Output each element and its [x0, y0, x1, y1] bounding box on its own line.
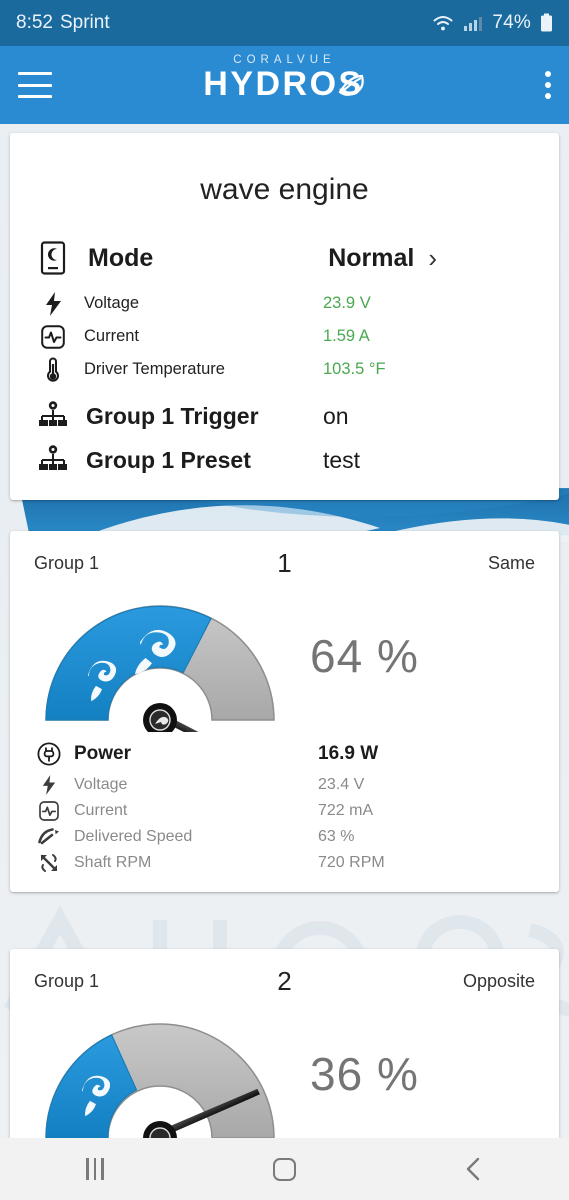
pump-group-label: Group 1	[34, 553, 100, 573]
stat-row-shaft-rpm: Shaft RPM 720 RPM	[34, 850, 535, 876]
shaft-rpm-icon	[34, 853, 64, 873]
wifi-icon	[433, 16, 453, 31]
reading-row: Voltage 23.9 V	[10, 287, 559, 320]
pump-group-label: Group 1	[34, 971, 100, 991]
stat-value: 23.4 V	[318, 776, 365, 793]
bolt-icon	[36, 291, 70, 316]
group-node-icon	[36, 401, 70, 431]
battery-percent: 74%	[492, 12, 531, 33]
cellular-signal-icon	[464, 17, 483, 31]
stat-label: Power	[74, 743, 132, 764]
reading-value: 23.9 V	[323, 294, 371, 312]
reading-value: 1.59 A	[323, 327, 370, 345]
group-trigger-row[interactable]: Group 1 Trigger on	[10, 394, 559, 438]
device-card: wave engine Mode Normal › Voltage 23.9 V	[10, 133, 559, 500]
status-bar-right: 74%	[432, 12, 553, 34]
mode-row[interactable]: Mode Normal ›	[10, 233, 559, 287]
readings-list: Voltage 23.9 V Current 1.59 A Driver Tem…	[10, 287, 559, 386]
group-trigger-label: Group 1 Trigger	[86, 402, 259, 429]
stat-value: 720 RPM	[318, 854, 385, 871]
pump-percent: 64 %	[310, 630, 419, 682]
group-preset-row[interactable]: Group 1 Preset test	[10, 438, 559, 482]
reading-label: Voltage	[84, 294, 140, 312]
home-button[interactable]	[239, 1138, 329, 1200]
bolt-icon	[34, 775, 64, 795]
leaf-icon	[338, 74, 364, 96]
waveform-icon	[36, 324, 70, 349]
gauge-dial-icon	[45, 605, 275, 732]
group-node-icon	[36, 445, 70, 475]
stat-label: Delivered Speed	[74, 828, 193, 845]
chevron-right-icon[interactable]: ›	[428, 243, 437, 274]
hamburger-menu-icon[interactable]	[18, 72, 52, 98]
speedometer-icon	[34, 828, 64, 846]
stat-value: 722 mA	[318, 802, 374, 819]
pump-percent: 36 %	[310, 1048, 419, 1100]
thermometer-icon	[36, 356, 70, 383]
status-bar: 8:52 Sprint 74%	[0, 0, 569, 46]
reading-value: 103.5 °F	[323, 360, 386, 378]
brand-hydros-wordmark: HYDROS	[203, 67, 365, 101]
group-preset-label: Group 1 Preset	[86, 446, 251, 473]
gauge-1	[10, 580, 310, 732]
mode-value-group[interactable]: Normal ›	[328, 243, 533, 274]
group-trigger-value: on	[323, 402, 349, 429]
mode-value: Normal	[328, 243, 415, 272]
pump-sync-mode: Opposite	[462, 971, 535, 991]
waveform-icon	[34, 801, 64, 821]
brand-coralvue-text: CORALVUE	[233, 54, 336, 66]
home-icon	[272, 1157, 296, 1181]
reading-label: Driver Temperature	[84, 360, 225, 378]
pump-sync-mode: Same	[487, 553, 535, 573]
stat-row-delivered-speed: Delivered Speed 63 %	[34, 824, 535, 850]
back-button[interactable]	[429, 1138, 519, 1200]
reading-row: Driver Temperature 103.5 °F	[10, 353, 559, 386]
stat-label: Voltage	[74, 776, 128, 793]
pump-card-1: Group 1 1 Same 64 % Power 16.9 W Voltage…	[10, 531, 559, 892]
status-carrier: Sprint	[59, 12, 110, 33]
page-title: wave engine	[200, 173, 369, 206]
gauge-dial-icon	[45, 1023, 275, 1150]
gauge-2	[10, 998, 310, 1150]
pump-gauge-row: 64 %	[10, 574, 559, 732]
pump-card-header: Group 1 2 Opposite	[10, 949, 559, 996]
mode-device-icon	[36, 241, 70, 275]
back-icon	[466, 1157, 480, 1181]
pump-gauge-row: 36 %	[10, 992, 559, 1150]
stat-row-power: Power 16.9 W	[34, 736, 535, 772]
stat-row-voltage: Voltage 23.4 V	[34, 772, 535, 798]
battery-icon	[541, 13, 552, 32]
pump-stats-1: Power 16.9 W Voltage 23.4 V Current 722 …	[10, 732, 559, 880]
app-bar: CORALVUE HYDROS	[0, 46, 569, 124]
recents-icon	[86, 1158, 104, 1180]
recents-button[interactable]	[50, 1138, 140, 1200]
app-logo: CORALVUE HYDROS	[0, 54, 569, 101]
pump-card-header: Group 1 1 Same	[10, 531, 559, 578]
reading-label: Current	[84, 327, 140, 345]
group-preset-value: test	[323, 446, 361, 473]
status-bar-left: 8:52 Sprint	[16, 12, 110, 34]
mode-label: Mode	[88, 243, 154, 272]
stat-row-current: Current 722 mA	[34, 798, 535, 824]
brand-hydros-text: HYDROS	[203, 65, 364, 103]
stat-value: 63 %	[318, 828, 355, 845]
kebab-menu-icon[interactable]	[544, 71, 551, 99]
stat-label: Shaft RPM	[74, 854, 152, 871]
reading-row: Current 1.59 A	[10, 320, 559, 353]
stat-label: Current	[74, 802, 128, 819]
status-time: 8:52	[16, 12, 53, 33]
android-nav-bar	[0, 1138, 569, 1200]
power-plug-icon	[34, 742, 64, 766]
stat-value: 16.9 W	[318, 743, 379, 764]
